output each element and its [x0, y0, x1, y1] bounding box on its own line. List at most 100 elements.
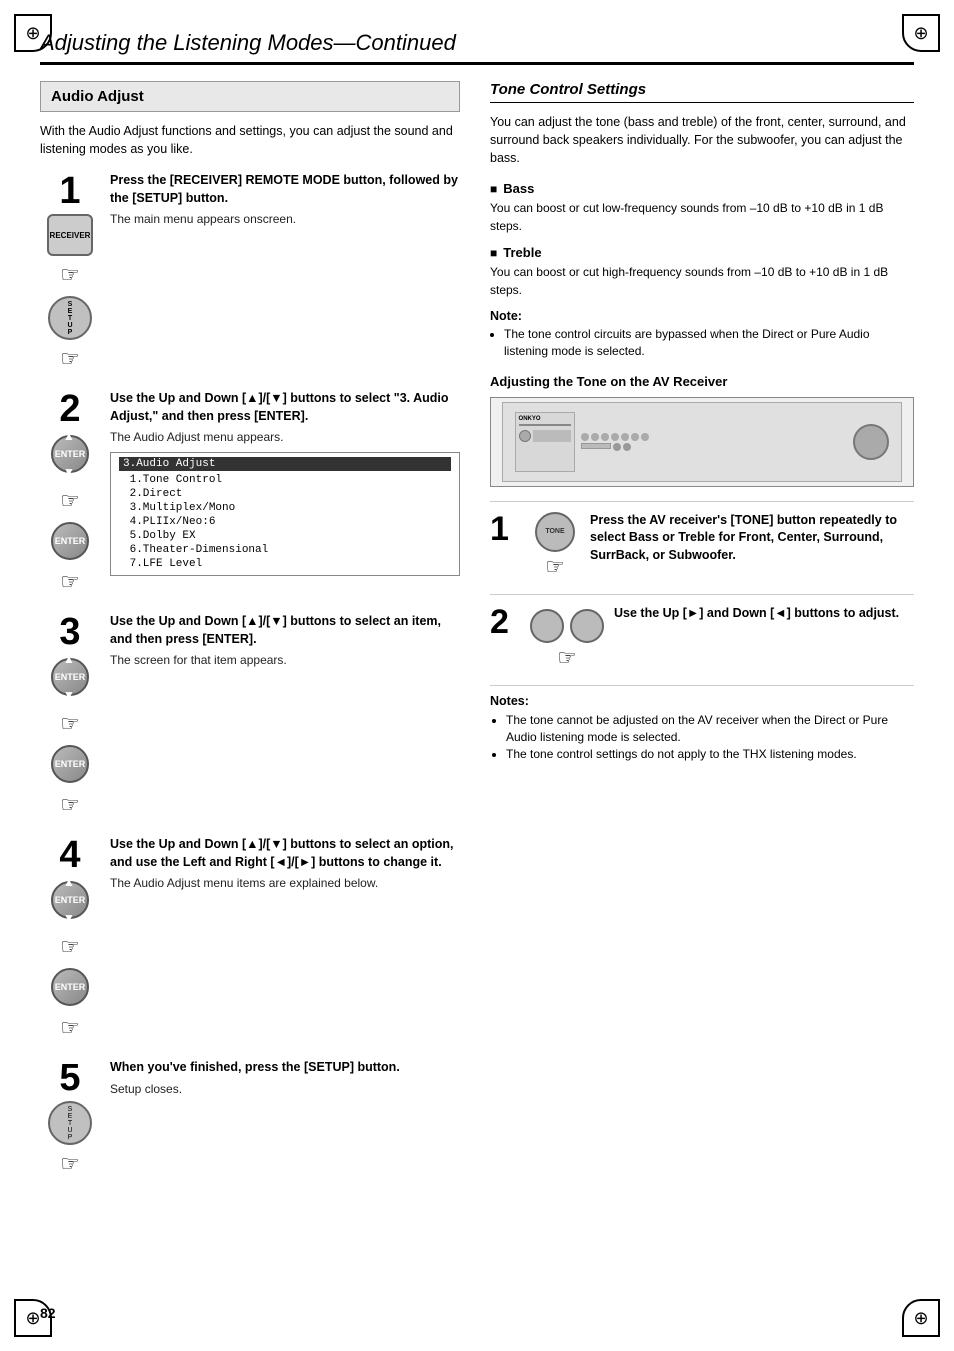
- left-intro: With the Audio Adjust functions and sett…: [40, 122, 460, 158]
- menu-box: 3.Audio Adjust 1.Tone Control 2.Direct 3…: [110, 452, 460, 576]
- hand-icon-r1: ☞: [545, 554, 565, 580]
- step-1-number: 1: [59, 172, 80, 210]
- treble-text: You can boost or cut high-frequency soun…: [490, 264, 914, 299]
- hand-icon-1b: ☞: [60, 346, 80, 372]
- step-3-content: Use the Up and Down [▲]/[▼] buttons to s…: [110, 613, 460, 669]
- step-3-icons: ENTER ▲ ▼ ☞ ENTER ☞: [51, 655, 89, 818]
- step-1-num-area: 1 RECEIVER ☞ SETUP ☞: [40, 172, 100, 372]
- step-4-number: 4: [59, 836, 80, 874]
- hand-icon-4b: ☞: [60, 1015, 80, 1041]
- enter-btn-2b: ENTER: [51, 522, 89, 560]
- menu-item-4: 4.PLIIx/Neo:6: [119, 515, 451, 529]
- hand-icon-5: ☞: [60, 1151, 80, 1177]
- step-3-description: The screen for that item appears.: [110, 652, 460, 669]
- menu-item-3: 3.Multiplex/Mono: [119, 501, 451, 515]
- step-1-description: The main menu appears onscreen.: [110, 211, 460, 228]
- bass-text: You can boost or cut low-frequency sound…: [490, 200, 914, 235]
- step-3-number: 3: [59, 613, 80, 651]
- enter-btn-2a: ENTER ▲ ▼: [51, 435, 89, 473]
- right-step-2-instruction: Use the Up [►] and Down [◄] buttons to a…: [614, 605, 914, 623]
- setup-btn-icon-5: SETUP: [48, 1101, 92, 1145]
- menu-item-6: 6.Theater-Dimensional: [119, 543, 451, 557]
- bottom-notes: Notes: The tone cannot be adjusted on th…: [490, 685, 914, 764]
- left-column: Audio Adjust With the Audio Adjust funct…: [40, 81, 460, 1195]
- right-step-2-content: Use the Up [►] and Down [◄] buttons to a…: [614, 605, 914, 623]
- corner-tl-decoration: ⊕: [14, 14, 52, 52]
- right-section-title: Tone Control Settings: [490, 81, 914, 103]
- bottom-note-1: The tone cannot be adjusted on the AV re…: [506, 712, 914, 747]
- hand-icon-3a: ☞: [60, 711, 80, 737]
- panel-left: ONKYO: [515, 412, 575, 472]
- right-step-1: 1 TONE ☞ Press the AV receiver's [TONE] …: [490, 501, 914, 580]
- step-2-num-area: 2 ENTER ▲ ▼ ☞ ENTER ☞: [40, 390, 100, 595]
- step-2-number: 2: [59, 390, 80, 428]
- hand-icon-3b: ☞: [60, 792, 80, 818]
- step-5-description: Setup closes.: [110, 1081, 460, 1098]
- step-4: 4 ENTER ▲ ▼ ☞ ENTER ◄ ► ☞: [40, 836, 460, 1041]
- title-suffix: —Continued: [334, 30, 456, 55]
- step-4-description: The Audio Adjust menu items are explaine…: [110, 875, 460, 892]
- menu-item-7: 7.LFE Level: [119, 557, 451, 571]
- bass-title-text: Bass: [503, 181, 534, 196]
- audio-adjust-title: Audio Adjust: [51, 88, 449, 105]
- menu-item-2: 2.Direct: [119, 487, 451, 501]
- step-2-icons: ENTER ▲ ▼ ☞ ENTER ☞: [51, 432, 89, 595]
- step-4-icons: ENTER ▲ ▼ ☞ ENTER ◄ ► ☞: [51, 878, 89, 1041]
- knob-1: [530, 609, 564, 643]
- menu-header: 3.Audio Adjust: [119, 457, 451, 471]
- panel-middle: [575, 433, 854, 451]
- step-2-content: Use the Up and Down [▲]/[▼] buttons to s…: [110, 390, 460, 576]
- enter-btn-4b: ENTER ◄ ►: [51, 968, 89, 1006]
- note-label: Note:: [490, 309, 914, 323]
- page-number: 82: [40, 1305, 56, 1321]
- receiver-diagram: 1 2 ONKYO: [490, 397, 914, 487]
- hand-icon-2b: ☞: [60, 569, 80, 595]
- menu-item-1: 1.Tone Control: [119, 473, 451, 487]
- enter-btn-4a: ENTER ▲ ▼: [51, 881, 89, 919]
- tone-btn: TONE: [535, 512, 575, 552]
- step-3-num-area: 3 ENTER ▲ ▼ ☞ ENTER ☞: [40, 613, 100, 818]
- right-step-1-icon: TONE ☞: [530, 512, 580, 580]
- step-5-instruction: When you've finished, press the [SETUP] …: [110, 1059, 460, 1077]
- step-2-instruction: Use the Up and Down [▲]/[▼] buttons to s…: [110, 390, 460, 425]
- page-header: Adjusting the Listening Modes—Continued: [40, 30, 914, 65]
- step-3: 3 ENTER ▲ ▼ ☞ ENTER ☞ Use the Up and Dow…: [40, 613, 460, 818]
- right-step-1-content: Press the AV receiver's [TONE] button re…: [590, 512, 914, 565]
- right-step-2-icon: ☞: [530, 605, 604, 671]
- title-main: Adjusting the Listening Modes: [40, 30, 334, 55]
- right-step-1-instruction: Press the AV receiver's [TONE] button re…: [590, 512, 914, 565]
- enter-btn-3b: ENTER: [51, 745, 89, 783]
- note-item-1: The tone control circuits are bypassed w…: [504, 326, 914, 360]
- step-5-num-area: 5 SETUP ☞: [40, 1059, 100, 1177]
- step-5-number: 5: [59, 1059, 80, 1097]
- step-2: 2 ENTER ▲ ▼ ☞ ENTER ☞ Use the Up and Dow…: [40, 390, 460, 595]
- step-1-content: Press the [RECEIVER] REMOTE MODE button,…: [110, 172, 460, 228]
- menu-item-5: 5.Dolby EX: [119, 529, 451, 543]
- bottom-notes-title: Notes:: [490, 694, 914, 708]
- note-list: The tone control circuits are bypassed w…: [490, 326, 914, 360]
- right-step-2: 2 ☞ Use the Up [►] and Down [◄] buttons …: [490, 594, 914, 671]
- volume-knob: [853, 424, 889, 460]
- hand-icon-r2: ☞: [557, 645, 577, 671]
- step-5: 5 SETUP ☞ When you've finished, press th…: [40, 1059, 460, 1177]
- hand-icon-1a: ☞: [60, 262, 80, 288]
- receiver-btn-icon: RECEIVER: [47, 214, 93, 256]
- step-4-num-area: 4 ENTER ▲ ▼ ☞ ENTER ◄ ► ☞: [40, 836, 100, 1041]
- setup-btn-icon: SETUP: [48, 296, 92, 340]
- corner-tr-decoration: ⊕: [902, 14, 940, 52]
- enter-btn-3a: ENTER ▲ ▼: [51, 658, 89, 696]
- receiver-panel: ONKYO: [511, 407, 894, 477]
- hand-icon-2a: ☞: [60, 488, 80, 514]
- step-1: 1 RECEIVER ☞ SETUP ☞ Press the [RECEIVER…: [40, 172, 460, 372]
- right-column: Tone Control Settings You can adjust the…: [490, 81, 914, 1195]
- knob-2: [570, 609, 604, 643]
- treble-title: Treble: [490, 245, 914, 260]
- step-3-instruction: Use the Up and Down [▲]/[▼] buttons to s…: [110, 613, 460, 648]
- step-1-instruction: Press the [RECEIVER] REMOTE MODE button,…: [110, 172, 460, 207]
- bottom-notes-list: The tone cannot be adjusted on the AV re…: [490, 712, 914, 764]
- page-title: Adjusting the Listening Modes—Continued: [40, 30, 914, 56]
- right-step-2-num: 2: [490, 605, 520, 639]
- hand-icon-4a: ☞: [60, 934, 80, 960]
- treble-title-text: Treble: [503, 245, 541, 260]
- step-2-description: The Audio Adjust menu appears.: [110, 429, 460, 446]
